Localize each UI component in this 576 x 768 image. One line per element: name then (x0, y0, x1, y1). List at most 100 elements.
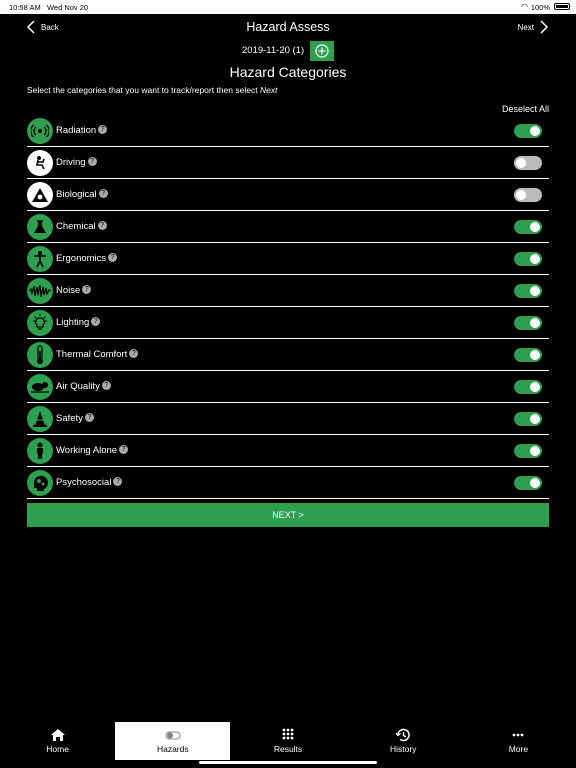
toggle-knob (530, 414, 540, 424)
category-row: Psychosocial? (27, 467, 549, 499)
help-icon[interactable]: ? (91, 317, 101, 326)
next-button[interactable]: NEXT > (27, 503, 549, 527)
noise-icon (27, 277, 53, 304)
head-gears-icon (27, 469, 53, 496)
toggle-knob (530, 222, 540, 232)
help-icon[interactable]: ? (108, 253, 118, 262)
category-row: Lighting? (27, 307, 549, 339)
category-row: Noise? (27, 275, 549, 307)
toggle-knob (530, 350, 540, 360)
help-icon[interactable]: ? (98, 189, 108, 198)
wifi-icon: ◠ (521, 2, 528, 11)
category-row: Working Alone? (27, 435, 549, 467)
person-icon (27, 437, 53, 464)
navigation-bar: Back Hazard Assess Next (0, 14, 576, 42)
tab-label: Home (46, 744, 69, 754)
category-toggle[interactable] (514, 252, 542, 266)
status-bar: 10:58 AM Wed Nov 20 ◠ 100% (0, 0, 576, 14)
help-icon[interactable]: ? (84, 413, 94, 422)
help-icon[interactable]: ? (97, 221, 107, 230)
category-toggle[interactable] (514, 316, 542, 330)
home-indicator (199, 761, 377, 764)
instruction-text: Select the categories that you want to t… (27, 85, 278, 95)
grid-icon (280, 728, 296, 744)
tab-more[interactable]: More (461, 722, 576, 760)
tab-label: More (508, 744, 529, 754)
next-nav-button[interactable]: Next (518, 20, 549, 34)
category-toggle[interactable] (514, 156, 542, 170)
add-assessment-button[interactable] (310, 41, 334, 61)
toggle-knob (530, 254, 540, 264)
assessment-date: 2019-11-20 (1) (242, 45, 305, 56)
toggle-knob (530, 446, 540, 456)
category-label: Biological? (56, 189, 108, 200)
category-row: Biological? (27, 179, 549, 211)
category-row: Safety? (27, 403, 549, 435)
tab-hazards[interactable]: Hazards (115, 722, 231, 760)
history-icon (395, 728, 411, 744)
toggle-icon (165, 728, 181, 744)
toggle-knob (530, 286, 540, 296)
safety-cone-icon (27, 405, 53, 432)
help-icon[interactable]: ? (101, 381, 111, 390)
category-row: Driving? (27, 147, 549, 179)
biological-icon (27, 181, 53, 208)
category-row: Ergonomics? (27, 243, 549, 275)
category-list: Radiation? Driving? Biological? Chemical? Er… (27, 115, 549, 499)
category-label: Driving? (56, 157, 97, 168)
category-label: Psychosocial? (56, 477, 123, 488)
category-toggle[interactable] (514, 348, 542, 362)
help-icon[interactable]: ? (113, 477, 123, 486)
home-icon (50, 728, 66, 744)
radiation-icon (27, 117, 53, 144)
category-label: Chemical? (56, 221, 107, 232)
category-label: Lighting? (56, 317, 101, 328)
more-icon (510, 728, 526, 744)
category-toggle[interactable] (514, 124, 542, 138)
category-label: Thermal Comfort? (56, 349, 139, 360)
tab-bar: Home Hazards Results History More (0, 722, 576, 760)
tab-history[interactable]: History (346, 722, 461, 760)
help-icon[interactable]: ? (129, 349, 139, 358)
category-toggle[interactable] (514, 188, 542, 202)
category-label: Ergonomics? (56, 253, 118, 264)
category-row: Thermal Comfort? (27, 339, 549, 371)
toggle-knob (530, 318, 540, 328)
tab-label: History (389, 744, 417, 754)
category-toggle[interactable] (514, 284, 542, 298)
toggle-knob (530, 382, 540, 392)
help-icon[interactable]: ? (119, 445, 129, 454)
chevron-right-icon (540, 20, 549, 34)
toggle-knob (516, 158, 526, 168)
tab-results[interactable]: Results (230, 722, 345, 760)
date-row: 2019-11-20 (1) (0, 41, 576, 61)
battery-percent: 100% (530, 3, 550, 12)
category-label: Radiation? (56, 125, 108, 136)
category-label: Air Quality? (56, 381, 111, 392)
help-icon[interactable]: ? (87, 157, 97, 166)
category-row: Air Quality? (27, 371, 549, 403)
tab-home[interactable]: Home (0, 722, 115, 760)
next-nav-label: Next (517, 22, 534, 32)
category-toggle[interactable] (514, 444, 542, 458)
category-toggle[interactable] (514, 476, 542, 490)
ergonomics-icon (27, 245, 53, 272)
category-row: Chemical? (27, 211, 549, 243)
thermometer-icon (27, 341, 53, 368)
category-row: Radiation? (27, 115, 549, 147)
category-label: Noise? (56, 285, 92, 296)
help-icon[interactable]: ? (98, 125, 108, 134)
category-toggle[interactable] (514, 220, 542, 234)
category-toggle[interactable] (514, 412, 542, 426)
tab-label: Hazards (156, 744, 189, 754)
deselect-all-button[interactable]: Deselect All (502, 104, 549, 114)
category-label: Safety? (56, 413, 94, 424)
category-toggle[interactable] (514, 380, 542, 394)
plus-circle-icon (315, 44, 329, 58)
toggle-knob (516, 190, 526, 200)
status-time: 10:58 AM Wed Nov 20 (9, 3, 89, 12)
section-heading: Hazard Categories (229, 64, 347, 80)
driving-icon (27, 149, 53, 176)
help-icon[interactable]: ? (82, 285, 92, 294)
battery-icon (554, 3, 570, 10)
